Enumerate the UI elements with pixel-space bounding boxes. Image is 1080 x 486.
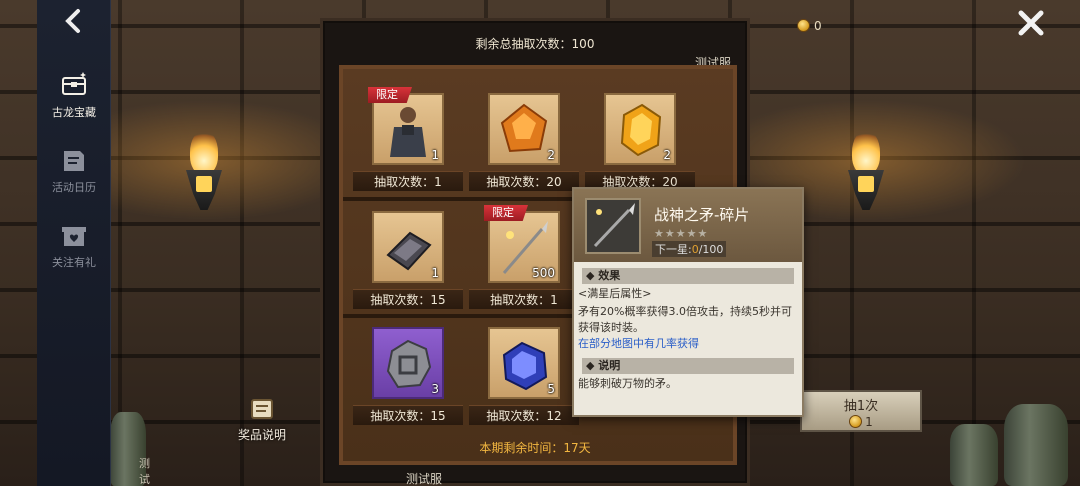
item-quantity: 3 bbox=[431, 382, 439, 396]
item-quantity: 1 bbox=[431, 266, 439, 280]
warrior-character-icon bbox=[390, 107, 426, 157]
draw-count-label: 抽取次数：20 bbox=[469, 171, 579, 191]
item-quantity: 500 bbox=[532, 266, 555, 280]
reward-item[interactable]: 限定 500 抽取次数：1 bbox=[469, 205, 579, 309]
draw-once-button[interactable]: 抽1次 1 bbox=[800, 390, 922, 432]
gold-coin-icon bbox=[849, 415, 863, 428]
draw-button-label: 抽1次 bbox=[843, 399, 879, 414]
effect-subtitle: <满星后属性> bbox=[578, 287, 652, 300]
coin-count: 0 bbox=[814, 18, 822, 33]
sidebar-item-label: 关注有礼 bbox=[52, 256, 96, 269]
amber-crystal-icon bbox=[620, 103, 662, 157]
draw-count-label: 抽取次数：1 bbox=[353, 171, 463, 191]
tooltip-item-name: 战神之矛-碎片 bbox=[654, 206, 750, 224]
decor-jar bbox=[950, 424, 998, 486]
reward-item[interactable]: 1 抽取次数：15 bbox=[353, 211, 463, 309]
back-arrow-icon bbox=[65, 9, 80, 33]
tooltip-item-icon bbox=[585, 198, 641, 254]
wall-torch-left bbox=[184, 130, 224, 240]
draw-count-label: 抽取次数：15 bbox=[353, 289, 463, 309]
test-server-tag: 测试服 bbox=[406, 472, 443, 486]
limited-badge: 限定 bbox=[368, 87, 412, 103]
item-tooltip: 战神之矛-碎片 ★★★★★ 下一星:0/100 ◆ 效果 <满星后属性> 矛有2… bbox=[572, 187, 804, 417]
sidebar-item-label: 古龙宝藏 bbox=[52, 106, 96, 119]
gold-coin-icon bbox=[797, 19, 810, 32]
item-quantity: 5 bbox=[547, 382, 555, 396]
orange-gem-icon bbox=[500, 103, 548, 153]
wall-torch-right bbox=[846, 130, 886, 240]
sidebar-item-calendar[interactable]: 活动日历 bbox=[37, 145, 111, 195]
gift-heart-icon bbox=[62, 227, 86, 246]
reward-item[interactable]: 限定 1 抽取次数：1 bbox=[353, 87, 463, 191]
draw-cost: 1 bbox=[802, 414, 920, 429]
section-header-description: ◆ 说明 bbox=[582, 358, 794, 374]
silver-token-icon bbox=[386, 339, 432, 389]
item-quantity: 1 bbox=[431, 148, 439, 162]
remaining-total-draws: 剩余总抽取次数：100 bbox=[475, 37, 595, 51]
test-server-tag: 测试服 bbox=[139, 457, 150, 486]
treasure-chest-icon bbox=[62, 72, 86, 95]
item-quantity: 2 bbox=[663, 148, 671, 162]
period-remaining-time: 本期剩余时间：17天 bbox=[479, 441, 591, 455]
sidebar: 古龙宝藏 活动日历 关注有礼 测试服 bbox=[37, 0, 150, 486]
close-button[interactable] bbox=[1014, 6, 1048, 40]
star-rating: ★★★★★ bbox=[654, 227, 709, 240]
back-button[interactable] bbox=[59, 8, 89, 38]
spear-icon bbox=[593, 203, 635, 248]
reward-item[interactable]: 2 抽取次数：20 bbox=[469, 93, 579, 191]
effect-description: 矛有20%概率获得3.0倍攻击，持续5秒并可获得该时装。 bbox=[578, 305, 792, 334]
draw-count-label: 抽取次数：12 bbox=[469, 405, 579, 425]
sidebar-item-label: 活动日历 bbox=[52, 181, 96, 194]
draw-count-label: 抽取次数：1 bbox=[469, 289, 579, 309]
next-star-progress: 下一星:0/100 bbox=[652, 241, 727, 257]
coin-balance: 0 bbox=[797, 18, 822, 33]
reward-item[interactable]: 3 抽取次数：15 bbox=[353, 327, 463, 425]
item-description: 能够刺破万物的矛。 bbox=[578, 377, 677, 390]
blue-gem-icon bbox=[502, 341, 548, 391]
reward-item[interactable]: 5 抽取次数：12 bbox=[469, 327, 579, 425]
decor-jar bbox=[1004, 404, 1068, 486]
crossed-swords-close-icon bbox=[1018, 10, 1044, 36]
source-link[interactable]: 在部分地图中有几率获得 bbox=[578, 336, 794, 352]
limited-badge: 限定 bbox=[484, 205, 528, 221]
calendar-book-icon bbox=[64, 151, 84, 171]
sidebar-item-treasure[interactable]: 古龙宝藏 bbox=[37, 70, 111, 120]
reward-item[interactable]: 2 抽取次数：20 bbox=[585, 93, 695, 191]
prize-info-label: 奖品说明 bbox=[237, 428, 286, 442]
item-quantity: 2 bbox=[547, 148, 555, 162]
sidebar-item-follow-gift[interactable]: 关注有礼 bbox=[37, 220, 111, 270]
draw-count-label: 抽取次数：15 bbox=[353, 405, 463, 425]
scroll-icon bbox=[251, 399, 273, 419]
section-header-effect: ◆ 效果 bbox=[582, 268, 794, 284]
iron-ingot-icon bbox=[386, 231, 432, 271]
prize-info-button[interactable]: 奖品说明 bbox=[234, 396, 290, 443]
